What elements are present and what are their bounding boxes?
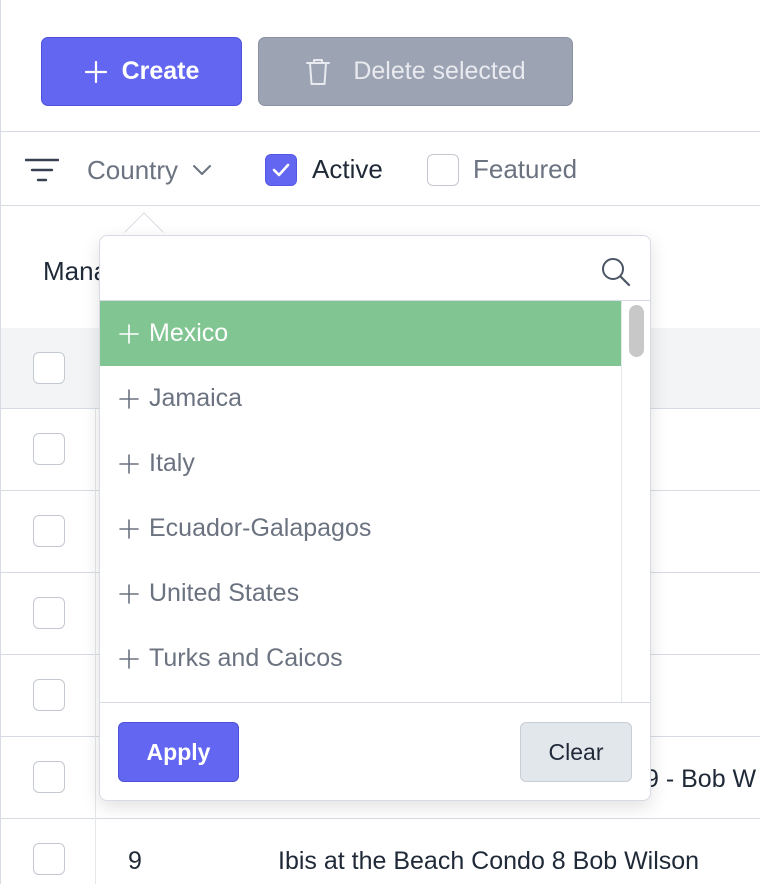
plus-icon	[119, 583, 139, 604]
active-checkbox[interactable]	[265, 154, 297, 186]
plus-icon	[119, 323, 139, 344]
row-checkbox[interactable]	[33, 597, 65, 629]
column-divider	[95, 409, 96, 884]
country-option-label: United States	[149, 579, 300, 607]
country-option-italy[interactable]: Italy	[100, 431, 621, 496]
plus-icon	[119, 648, 139, 669]
plus-icon	[119, 388, 139, 409]
featured-checkbox[interactable]	[427, 154, 459, 186]
plus-icon	[119, 518, 139, 539]
country-option-label: Turks and Caicos	[149, 644, 343, 672]
apply-button[interactable]: Apply	[118, 722, 239, 782]
row-checkbox[interactable]	[33, 843, 65, 875]
create-button[interactable]: Create	[41, 37, 242, 106]
row-checkbox[interactable]	[33, 433, 65, 465]
trash-icon	[306, 58, 331, 85]
country-search-input[interactable]	[114, 248, 594, 288]
country-option-united-states[interactable]: United States	[100, 561, 621, 626]
country-option-label: Ecuador-Galapagos	[149, 514, 372, 542]
country-option-label: Jamaica	[149, 384, 243, 412]
row-name-cell: Ibis at the Beach Condo 8 Bob Wilson	[278, 847, 700, 875]
row-id-cell: 9	[128, 847, 142, 875]
country-option-label: Mexico	[149, 319, 229, 347]
create-button-label: Create	[121, 57, 200, 85]
plus-icon	[119, 453, 139, 474]
row-checkbox[interactable]	[33, 761, 65, 793]
row-name-cell: 9 - Bob W	[645, 765, 757, 793]
toolbar: Create Delete selected	[0, 0, 760, 132]
country-dropdown: Mexico Jamaica Italy Ecuador-Galapagos U…	[99, 235, 651, 801]
delete-selected-button[interactable]: Delete selected	[258, 37, 573, 106]
delete-selected-label: Delete selected	[353, 57, 526, 85]
plus-icon	[84, 60, 107, 83]
country-option-ecuador-galapagos[interactable]: Ecuador-Galapagos	[100, 496, 621, 561]
country-option-turks-and-caicos[interactable]: Turks and Caicos	[100, 626, 621, 691]
dropdown-footer: Apply Clear	[100, 702, 650, 800]
table-row[interactable]: 9 Ibis at the Beach Condo 8 Bob Wilson	[0, 819, 760, 884]
scrollbar-thumb[interactable]	[629, 305, 644, 357]
row-checkbox[interactable]	[33, 679, 65, 711]
active-label[interactable]: Active	[312, 154, 383, 185]
filter-bar: Country Active Featured	[0, 132, 760, 206]
country-search	[100, 236, 650, 301]
clear-button[interactable]: Clear	[520, 722, 632, 782]
chevron-down-icon	[193, 165, 212, 175]
search-icon	[602, 258, 631, 287]
filter-icon[interactable]	[25, 158, 59, 182]
country-options-list: Mexico Jamaica Italy Ecuador-Galapagos U…	[100, 301, 622, 702]
country-filter-label: Country	[87, 154, 179, 185]
country-filter-toggle[interactable]: Country	[87, 152, 212, 188]
country-option-mexico[interactable]: Mexico	[100, 301, 621, 366]
select-all-checkbox[interactable]	[33, 352, 65, 384]
featured-label[interactable]: Featured	[473, 154, 577, 185]
country-option-jamaica[interactable]: Jamaica	[100, 366, 621, 431]
country-option-label: Italy	[149, 449, 195, 477]
options-scrollbar[interactable]	[621, 301, 650, 702]
check-icon	[272, 163, 290, 177]
row-checkbox[interactable]	[33, 515, 65, 547]
